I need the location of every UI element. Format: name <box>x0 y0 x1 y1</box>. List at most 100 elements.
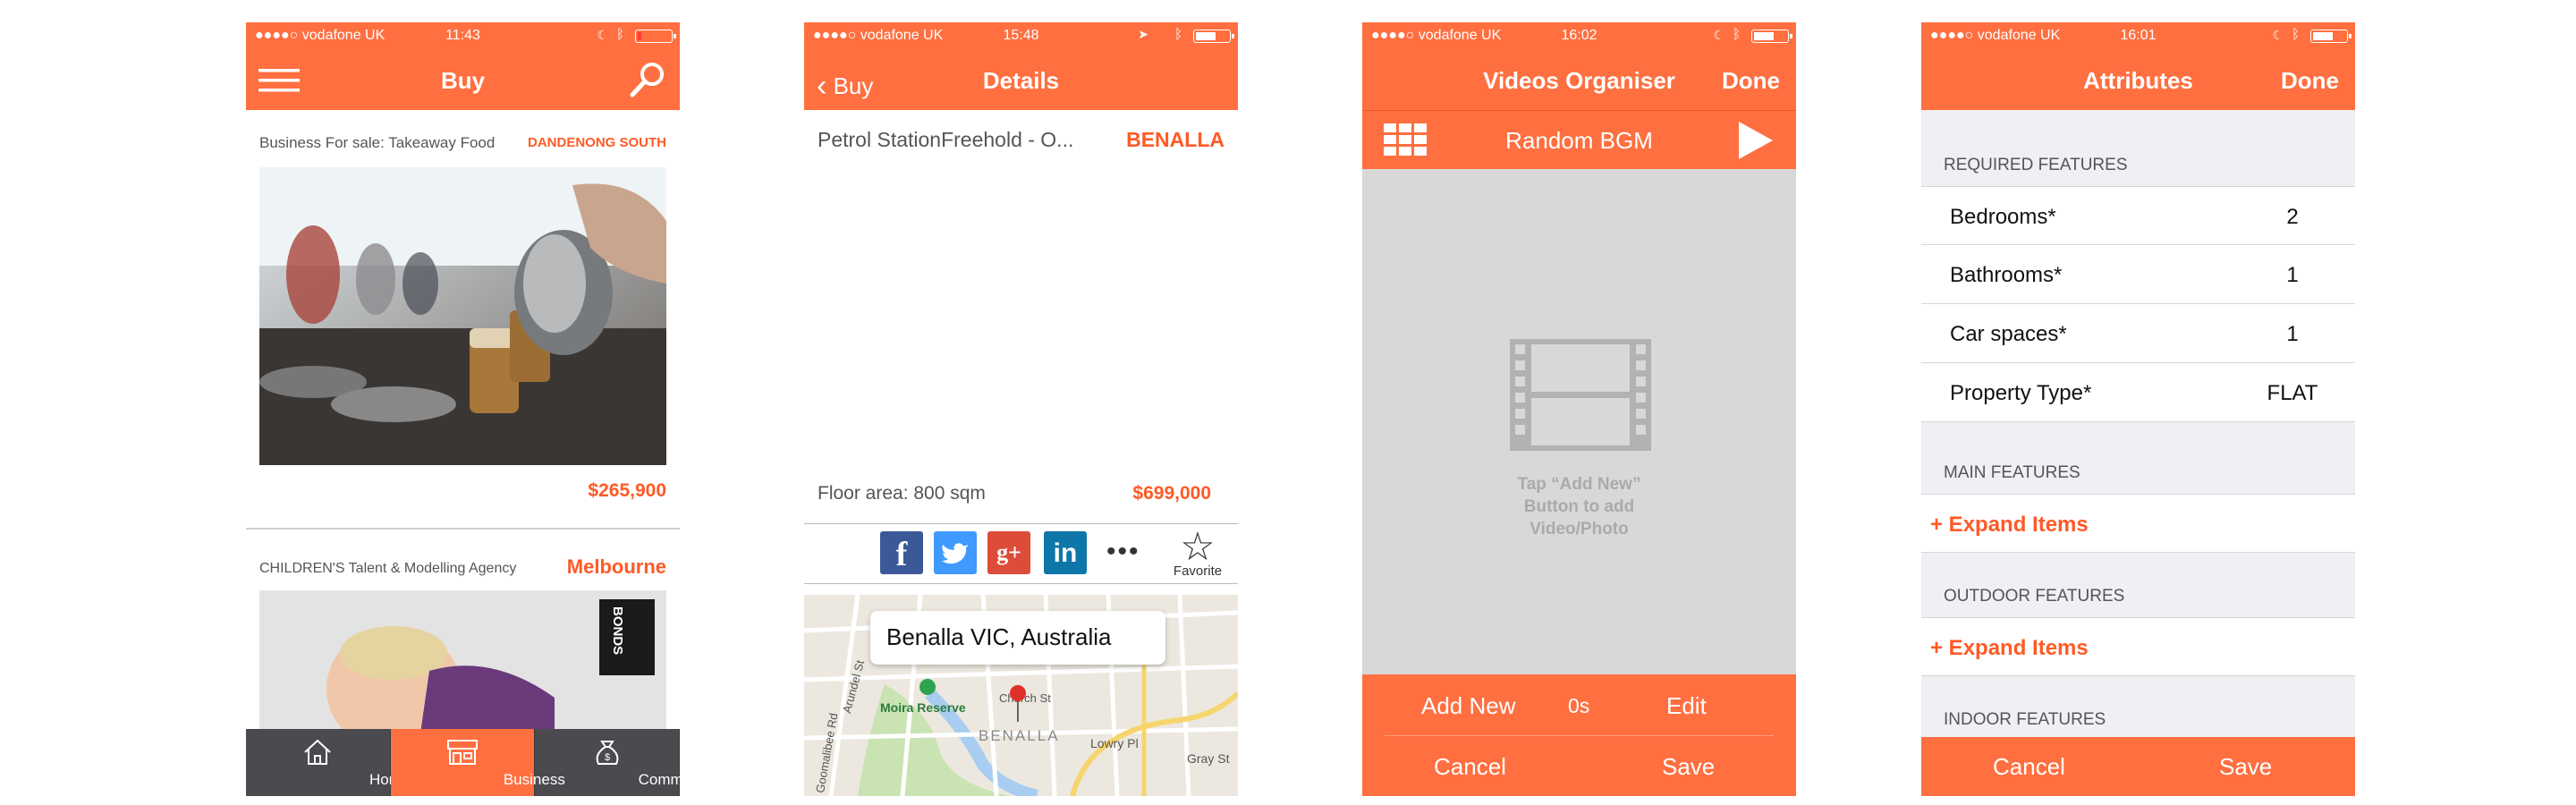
status-time: 16:02 <box>1561 28 1597 43</box>
listing-caption: Business For sale: Takeaway Food <box>259 134 496 151</box>
attribute-value[interactable]: FLAT <box>2239 381 2346 406</box>
section-title: OUTDOOR FEATURES <box>1944 587 2125 606</box>
attribute-row-property-type[interactable]: Property Type* FLAT <box>1921 363 2355 422</box>
listing-location: DANDENONG SOUTH <box>527 135 666 150</box>
expand-outdoor-features-button[interactable]: + Expand Items <box>1921 617 2355 676</box>
facebook-icon[interactable]: f <box>880 531 923 574</box>
search-icon[interactable] <box>628 60 667 106</box>
storefront-icon <box>447 740 478 765</box>
attribute-label: Car spaces* <box>1950 322 2067 346</box>
section-title: INDOOR FEATURES <box>1944 710 2106 729</box>
status-time: 16:01 <box>2120 28 2157 43</box>
attribute-value[interactable]: 1 <box>2239 322 2346 347</box>
edit-button[interactable]: Edit <box>1666 692 1707 720</box>
videos-organiser-screen: ●●●●○ vodafone UK 16:02 ☾ ᛒ Videos Organ… <box>1362 22 1796 796</box>
attributes-screen: ●●●●○ vodafone UK 16:01 ☾ ᛒ Attributes D… <box>1921 22 2355 796</box>
cancel-button[interactable]: Cancel <box>1993 753 2065 781</box>
status-time: 11:43 <box>445 28 480 43</box>
attribute-value[interactable]: 2 <box>2239 205 2346 230</box>
hint-line: Tap “Add New” <box>1517 475 1641 494</box>
twitter-icon[interactable] <box>934 531 977 574</box>
attribute-row-bedrooms[interactable]: Bedrooms* 2 <box>1921 186 2355 245</box>
section-title: MAIN FEATURES <box>1944 463 2080 482</box>
save-button[interactable]: Save <box>1662 753 1715 781</box>
star-icon: ☆ <box>1180 525 1216 569</box>
location-arrow-icon: ➤ <box>1138 27 1148 41</box>
attribute-label: Property Type* <box>1950 381 2092 405</box>
status-bar: ●●●●○ vodafone UK 16:02 ☾ ᛒ <box>1362 22 1796 49</box>
done-button[interactable]: Done <box>2281 67 2339 95</box>
bluetooth-icon: ᛒ <box>615 27 624 42</box>
listing-badge: BONDS <box>610 606 625 656</box>
map-pin-icon[interactable] <box>1009 684 1027 722</box>
tab-commercial[interactable]: $ Commercial <box>535 729 680 796</box>
map-label: Lowry Pl <box>1090 736 1139 750</box>
section-title: REQUIRED FEATURES <box>1944 156 2128 174</box>
battery-icon <box>635 30 676 43</box>
details-screen: ●●●●○ vodafone UK 15:48 ➤ ᛒ ‹ Buy Detail… <box>804 22 1238 796</box>
floor-area: Floor area: 800 sqm <box>818 483 986 504</box>
battery-icon <box>1193 30 1234 43</box>
attribute-row-bathrooms[interactable]: Bathrooms* 1 <box>1921 245 2355 304</box>
battery-icon <box>1751 30 1792 43</box>
cancel-button[interactable]: Cancel <box>1434 753 1506 781</box>
film-strip-icon <box>1510 339 1651 451</box>
tab-home[interactable]: Home <box>246 729 410 796</box>
status-bar: ●●●●○ vodafone UK 15:48 ➤ ᛒ <box>804 22 1238 49</box>
tab-bar: Home Business $ Commercial <box>246 729 680 796</box>
battery-icon <box>2310 30 2351 43</box>
listing-photo[interactable]: BONDS <box>259 590 666 733</box>
moon-icon: ☾ <box>2272 28 2284 42</box>
map-label: Moira Reserve <box>880 700 966 715</box>
done-button[interactable]: Done <box>1722 67 1780 95</box>
section-header-main: MAIN FEATURES <box>1921 422 2355 494</box>
bgm-toolbar: Random BGM <box>1362 110 1796 169</box>
nav-bar: Buy <box>246 49 680 110</box>
linkedin-icon[interactable]: in <box>1044 531 1087 574</box>
status-bar: ●●●●○ vodafone UK 11:43 ☾ ᛒ <box>246 22 680 49</box>
home-icon <box>304 739 332 765</box>
favorite-button[interactable]: ☆ Favorite <box>1166 525 1229 580</box>
map-view[interactable]: Moira Reserve BENALLA Lowry Pl Gray St A… <box>804 595 1238 796</box>
hint-line: Button to add <box>1523 497 1635 516</box>
attribute-label: Bedrooms* <box>1950 205 2056 229</box>
map-callout[interactable]: Benalla VIC, Australia <box>870 611 1165 665</box>
tab-label: Commercial <box>638 771 680 788</box>
action-panel: Add New 0s Edit Cancel Save <box>1362 674 1796 796</box>
bluetooth-icon: ᛒ <box>1174 27 1182 42</box>
attribute-value[interactable]: 1 <box>2239 263 2346 288</box>
video-drop-area[interactable]: Tap “Add New” Button to add Video/Photo <box>1362 169 1796 674</box>
empty-hint: Tap “Add New” Button to add Video/Photo <box>1362 473 1796 540</box>
nav-bar: ‹ Buy Details <box>804 49 1238 110</box>
google-plus-icon[interactable]: g+ <box>987 531 1030 574</box>
add-new-button[interactable]: Add New <box>1421 692 1516 720</box>
expand-main-features-button[interactable]: + Expand Items <box>1921 494 2355 553</box>
tab-business[interactable]: Business <box>390 729 565 796</box>
listing-caption: CHILDREN'S Talent & Modelling Agency <box>259 561 517 576</box>
divider <box>1385 735 1774 736</box>
attribute-row-car-spaces[interactable]: Car spaces* 1 <box>1921 304 2355 363</box>
expand-label: + Expand Items <box>1930 513 2089 537</box>
play-icon[interactable] <box>1739 122 1773 164</box>
save-button[interactable]: Save <box>2219 753 2272 781</box>
svg-text:$: $ <box>605 752 610 763</box>
map-callout-text: Benalla VIC, Australia <box>886 623 1112 650</box>
listing-location: Melbourne <box>566 555 666 578</box>
expand-label: + Expand Items <box>1930 636 2089 660</box>
listing-photo[interactable] <box>259 167 666 465</box>
share-bar: f g+ in ••• ☆ Favorite <box>804 523 1238 584</box>
attribute-label: Bathrooms* <box>1950 263 2063 287</box>
duration-label: 0s <box>1568 694 1590 717</box>
map-label: Gray St <box>1187 751 1230 766</box>
hint-line: Video/Photo <box>1530 520 1629 538</box>
divider <box>246 528 680 530</box>
listing-price: $265,900 <box>588 480 666 501</box>
bluetooth-icon: ᛒ <box>1732 27 1741 42</box>
bgm-title[interactable]: Random BGM <box>1362 127 1796 155</box>
page-title: Details <box>982 67 1060 94</box>
moon-icon: ☾ <box>1713 28 1724 42</box>
map-label: BENALLA <box>979 727 1060 744</box>
buy-screen: ●●●●○ vodafone UK 11:43 ☾ ᛒ Buy Business… <box>246 22 680 796</box>
more-icon[interactable]: ••• <box>1106 537 1140 567</box>
action-bar: Cancel Save <box>1921 737 2355 796</box>
